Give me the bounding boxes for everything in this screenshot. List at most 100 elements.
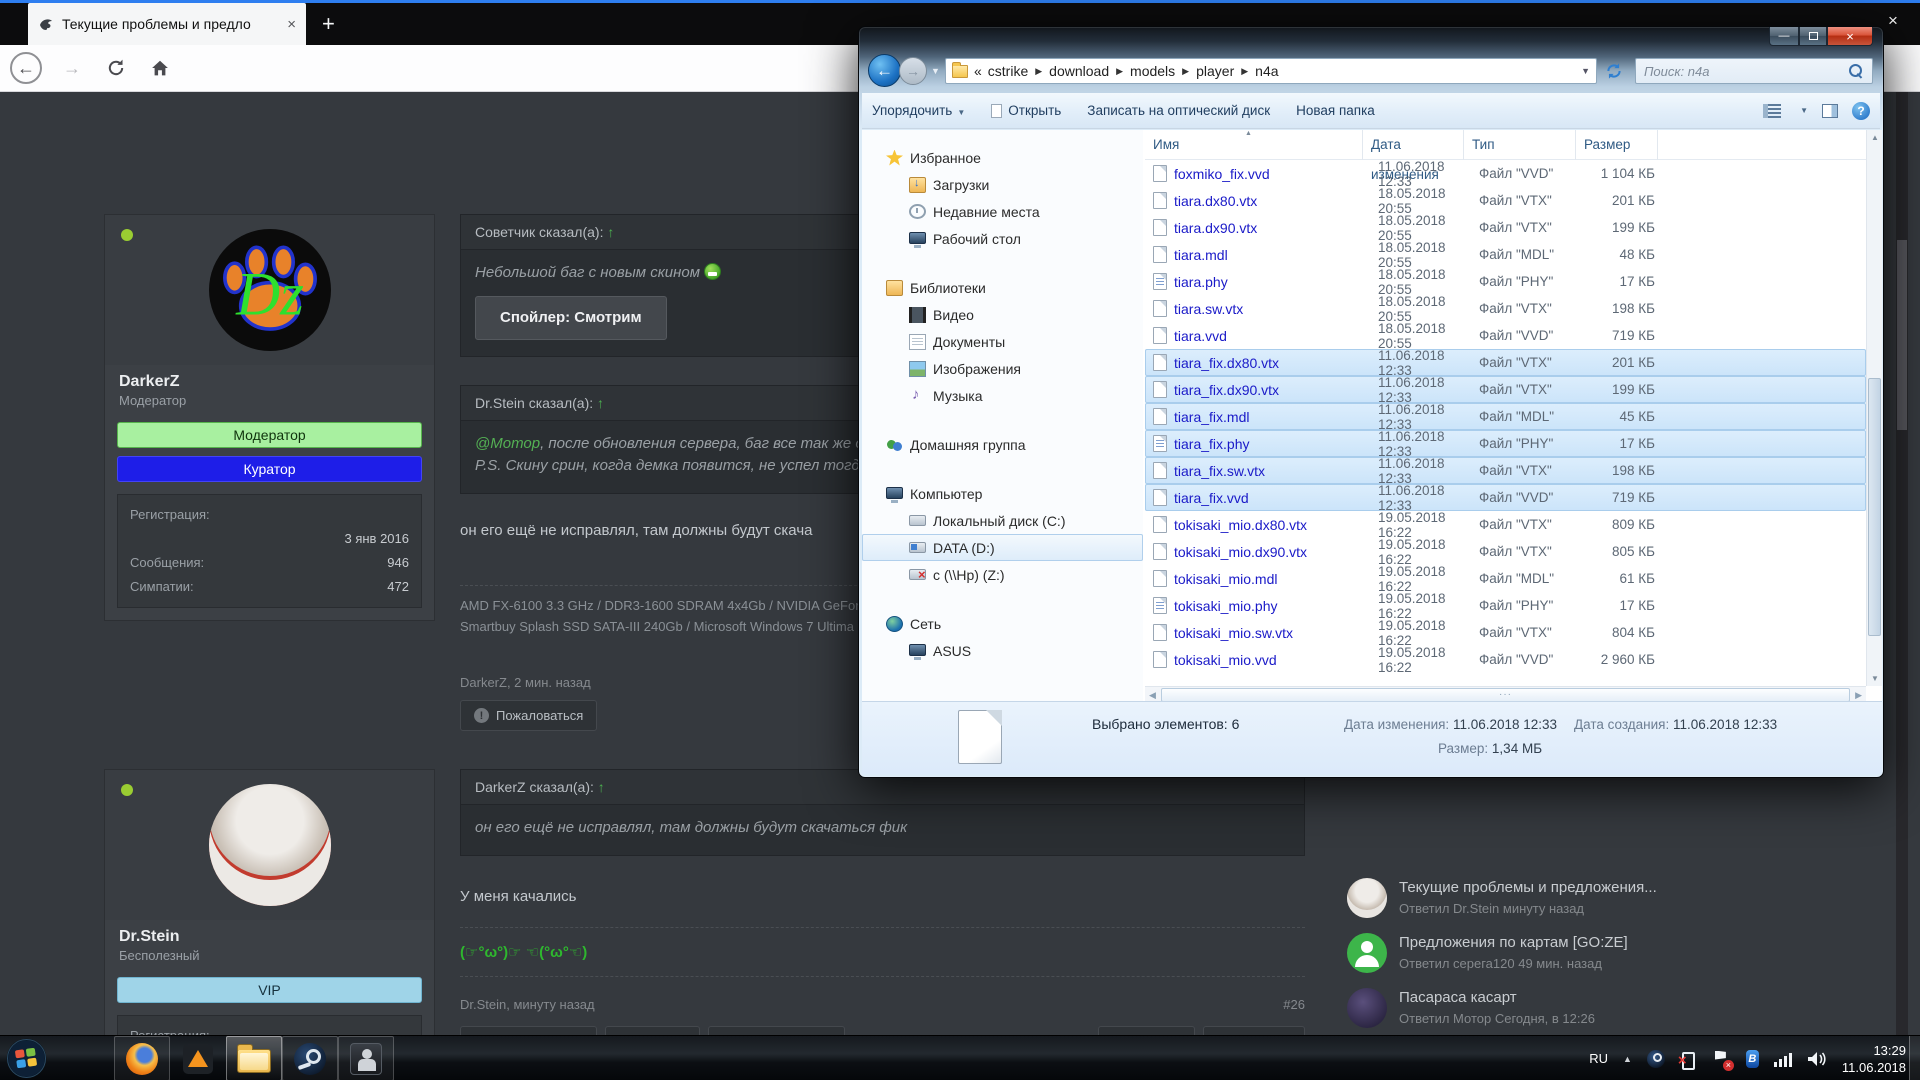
delete-button[interactable]: Удалить (605, 1026, 701, 1035)
chevron-right-icon[interactable]: ▶ (1035, 66, 1042, 77)
horizontal-scrollbar-thumb[interactable]: ··· (1161, 688, 1850, 702)
taskbar-button-internet-explorer[interactable] (58, 1036, 114, 1080)
quote-jump-arrow-icon[interactable]: ↑ (607, 224, 614, 240)
breadcrumb-label[interactable]: player (1196, 63, 1234, 79)
file-name[interactable]: tiara.vvd (1174, 328, 1370, 344)
thread-title[interactable]: Текущие проблемы и предложения... (1399, 878, 1657, 898)
file-name[interactable]: tokisaki_mio.dx80.vtx (1174, 517, 1370, 533)
breadcrumb-segment[interactable]: player ▶ (1196, 63, 1248, 79)
new-tab-button[interactable]: + (322, 11, 335, 37)
thread-item[interactable]: Текущие проблемы и предложения... Ответи… (1347, 878, 1685, 918)
report-button[interactable]: !Пожаловаться (460, 700, 597, 731)
file-name[interactable]: tiara_fix.vvd (1174, 490, 1370, 506)
refresh-button[interactable] (100, 52, 132, 84)
file-name[interactable]: tiara_fix.sw.vtx (1174, 463, 1370, 479)
page-scrollbar-thumb[interactable] (1897, 240, 1907, 430)
file-name[interactable]: tiara_fix.mdl (1174, 409, 1370, 425)
nav-item[interactable]: Сеть (862, 610, 1143, 637)
clock[interactable]: 13:29 11.06.2018 (1842, 1042, 1906, 1076)
thread-avatar[interactable] (1347, 933, 1387, 973)
file-row[interactable]: tiara.mdl 18.05.2018 20:55 Файл "MDL" 48… (1145, 241, 1866, 268)
taskbar-button-counter-strike[interactable] (338, 1036, 394, 1080)
edit-button[interactable]: ✎Редактировать (460, 1026, 597, 1035)
back-button[interactable]: ← (10, 52, 42, 84)
preview-pane-icon[interactable] (1822, 104, 1838, 118)
file-row[interactable]: tiara_fix.phy 11.06.2018 12:33 Файл "PHY… (1145, 430, 1866, 457)
nav-item[interactable]: Рабочий стол (862, 225, 1143, 252)
taskbar-button-steam[interactable] (282, 1036, 338, 1080)
file-name[interactable]: tiara.dx90.vtx (1174, 220, 1370, 236)
nav-item[interactable]: Избранное (862, 144, 1143, 171)
thread-item[interactable]: Предложения по картам [GO:ZE] Ответил се… (1347, 933, 1685, 973)
start-button[interactable] (6, 1038, 47, 1079)
quote-jump-arrow-icon[interactable]: ↑ (597, 395, 604, 411)
file-name[interactable]: tiara_fix.phy (1174, 436, 1370, 452)
avatar-drstein[interactable] (209, 784, 331, 906)
breadcrumb-label[interactable]: models (1130, 63, 1175, 79)
column-header-size[interactable]: Размер (1576, 130, 1658, 160)
power-tray-icon[interactable] (1680, 1050, 1698, 1068)
file-row[interactable]: tokisaki_mio.dx80.vtx 19.05.2018 16:22 Ф… (1145, 511, 1866, 538)
nav-item[interactable]: Недавние места (862, 198, 1143, 225)
file-name[interactable]: tiara.mdl (1174, 247, 1370, 263)
file-row[interactable]: tiara_fix.mdl 11.06.2018 12:33 Файл "MDL… (1145, 403, 1866, 430)
quote-jump-arrow-icon[interactable]: ↑ (598, 779, 605, 795)
address-breadcrumb-bar[interactable]: « cstrike▶download▶models▶player▶n4a▶ ▼ (945, 58, 1597, 84)
address-dropdown-icon[interactable]: ▼ (1581, 66, 1590, 76)
file-name[interactable]: tokisaki_mio.vvd (1174, 652, 1370, 668)
file-row[interactable]: tokisaki_mio.phy 19.05.2018 16:22 Файл "… (1145, 592, 1866, 619)
file-name[interactable]: tiara.sw.vtx (1174, 301, 1370, 317)
file-row[interactable]: tiara.vvd 18.05.2018 20:55 Файл "VVD" 71… (1145, 322, 1866, 349)
show-hidden-icons-icon[interactable]: ▲ (1623, 1054, 1632, 1064)
breadcrumb-label[interactable]: download (1049, 63, 1109, 79)
breadcrumb-segment[interactable]: cstrike▶ (988, 63, 1042, 79)
file-row[interactable]: tiara.phy 18.05.2018 20:55 Файл "PHY" 17… (1145, 268, 1866, 295)
organize-button[interactable]: Упорядочить▼ (872, 103, 965, 118)
network-signal-icon[interactable] (1774, 1051, 1792, 1067)
username[interactable]: DarkerZ (105, 365, 434, 391)
file-row[interactable]: tiara_fix.sw.vtx 11.06.2018 12:33 Файл "… (1145, 457, 1866, 484)
file-row[interactable]: foxmiko_fix.vvd 11.06.2018 12:33 Файл "V… (1145, 160, 1866, 187)
column-header-date[interactable]: Дата изменения (1363, 130, 1464, 160)
file-row[interactable]: tokisaki_mio.sw.vtx 19.05.2018 16:22 Фай… (1145, 619, 1866, 646)
nav-item[interactable]: Видео (862, 301, 1143, 328)
nav-item[interactable]: ASUS (862, 637, 1143, 664)
post-number[interactable]: #26 (1283, 997, 1305, 1012)
scroll-down-icon[interactable]: ▼ (1871, 674, 1879, 683)
file-row[interactable]: tokisaki_mio.dx90.vtx 19.05.2018 16:22 Ф… (1145, 538, 1866, 565)
scroll-right-icon[interactable]: ▶ (1855, 690, 1862, 701)
post-author-timestamp[interactable]: Dr.Stein, минуту назад (460, 997, 595, 1012)
nav-item[interactable]: Документы (862, 328, 1143, 355)
page-scrollbar[interactable] (1896, 92, 1908, 1035)
search-icon[interactable] (1849, 64, 1864, 79)
tab-close-icon[interactable]: × (287, 16, 296, 33)
nav-item[interactable]: Изображения (862, 355, 1143, 382)
view-dropdown-icon[interactable]: ▼ (1800, 106, 1808, 115)
breadcrumb-label[interactable]: n4a (1255, 63, 1278, 79)
vertical-scrollbar-thumb[interactable] (1868, 378, 1881, 636)
nav-item[interactable]: Локальный диск (C:) (862, 507, 1143, 534)
action-center-flag-icon[interactable] (1713, 1050, 1731, 1068)
thread-title[interactable]: Предложения по картам [GO:ZE] (1399, 933, 1628, 953)
file-name[interactable]: tokisaki_mio.mdl (1174, 571, 1370, 587)
burn-disc-button[interactable]: Записать на оптический диск (1087, 103, 1270, 118)
nav-item[interactable]: Музыка (862, 382, 1143, 409)
column-header-name[interactable]: Имя (1145, 130, 1363, 160)
file-row[interactable]: tiara.dx80.vtx 18.05.2018 20:55 Файл "VT… (1145, 187, 1866, 214)
bluetooth-icon[interactable]: B (1746, 1050, 1759, 1068)
file-row[interactable]: tiara.dx90.vtx 18.05.2018 20:55 Файл "VT… (1145, 214, 1866, 241)
taskbar-button-firefox[interactable] (114, 1036, 170, 1080)
breadcrumb-segment[interactable]: n4a▶ (1255, 63, 1278, 79)
chevron-right-icon[interactable]: ▶ (1241, 66, 1248, 77)
nav-item[interactable]: с (\\Hp) (Z:) (862, 561, 1143, 588)
nav-item[interactable]: Компьютер (862, 480, 1143, 507)
file-name[interactable]: tokisaki_mio.sw.vtx (1174, 625, 1370, 641)
browser-close-icon[interactable]: × (1888, 11, 1898, 31)
post-author-timestamp[interactable]: DarkerZ, 2 мин. назад (460, 675, 591, 690)
help-icon[interactable]: ? (1852, 102, 1870, 120)
file-name[interactable]: tokisaki_mio.dx90.vtx (1174, 544, 1370, 560)
show-desktop-button[interactable] (1909, 1036, 1920, 1080)
steam-tray-icon[interactable] (1647, 1050, 1665, 1068)
nav-item[interactable]: Загрузки (862, 171, 1143, 198)
file-name[interactable]: tiara_fix.dx90.vtx (1174, 382, 1370, 398)
